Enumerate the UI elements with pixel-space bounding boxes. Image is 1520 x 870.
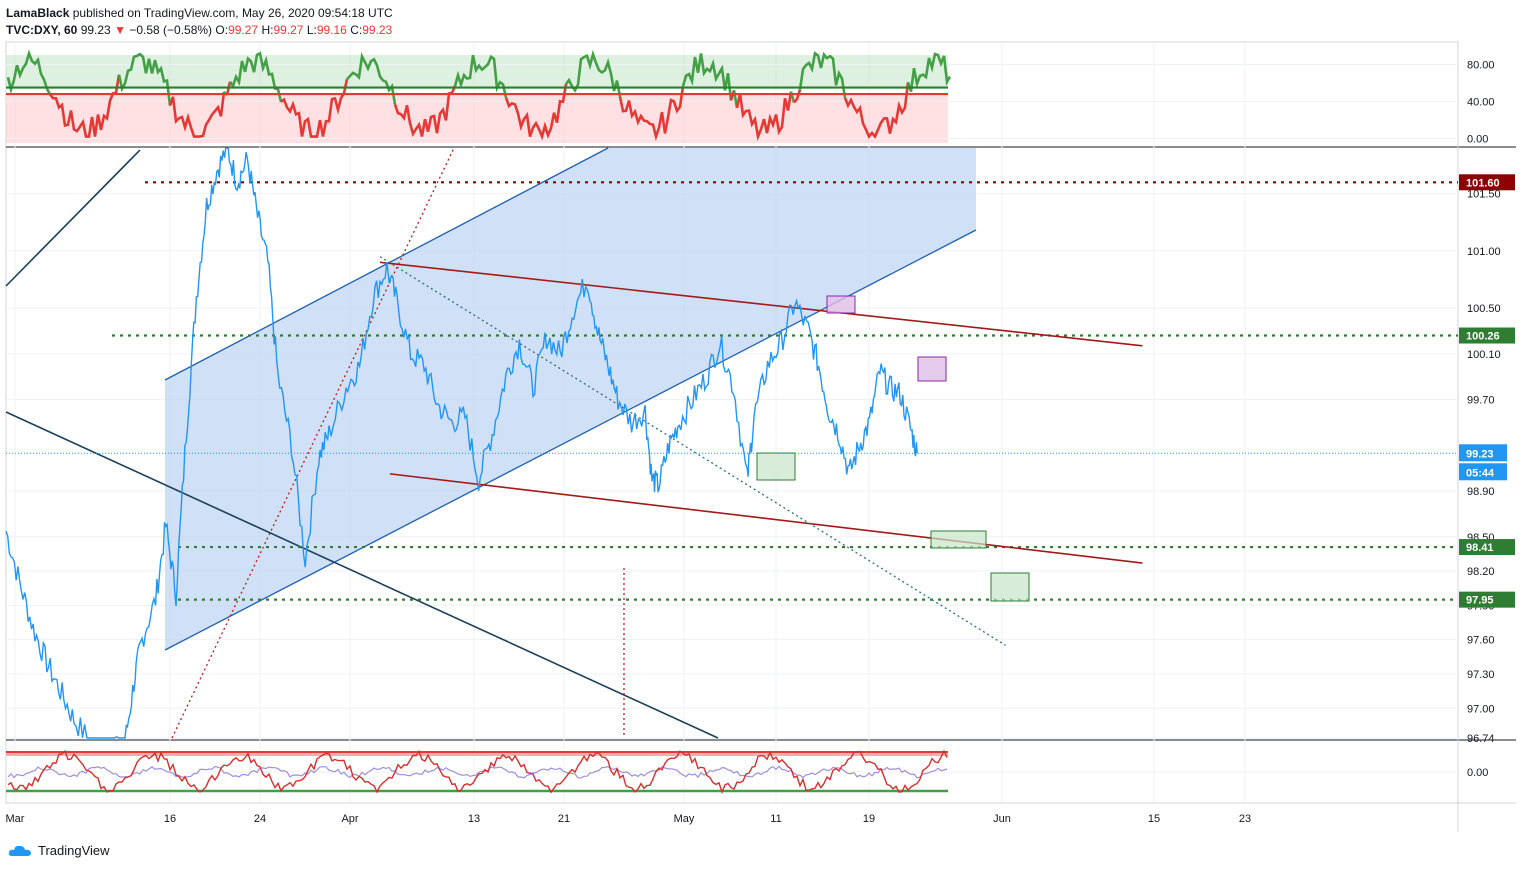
current-price-label: 99.23 xyxy=(1466,448,1494,460)
osc2-tick-label: 0.00 xyxy=(1467,767,1488,779)
channel-fill xyxy=(165,148,976,650)
resistance-box xyxy=(917,356,947,382)
price-tick-label: 96.74 xyxy=(1467,733,1495,745)
time-tick-label: 15 xyxy=(1148,813,1160,825)
cloud-logo-icon xyxy=(8,845,32,856)
osc-tick-label: 80.00 xyxy=(1467,59,1495,71)
time-tick-label: May xyxy=(674,813,695,825)
price-tick-label: 98.90 xyxy=(1467,486,1495,498)
price-tick-label: 100.50 xyxy=(1467,303,1501,315)
time-tick-label: Apr xyxy=(341,813,358,825)
resistance-box xyxy=(826,295,856,314)
price-tick-label: 100.10 xyxy=(1467,349,1501,361)
level-tag-label: 98.41 xyxy=(1466,542,1494,554)
time-tick-label: 19 xyxy=(863,813,875,825)
price-tick-label: 97.60 xyxy=(1467,635,1495,647)
price-tick-label: 98.20 xyxy=(1467,566,1495,578)
time-tick-label: 23 xyxy=(1239,813,1251,825)
countdown-label: 05:44 xyxy=(1466,467,1495,479)
price-tick-label: 97.00 xyxy=(1467,703,1495,715)
price-tick-label: 99.70 xyxy=(1467,395,1495,407)
chart-canvas[interactable]: Mar 16 24 Apr 13 21 May 11 19 Jun 15 23 101.50 101.00… xyxy=(0,0,1520,870)
navy-trendline-top xyxy=(5,149,141,287)
level-tag-label: 101.60 xyxy=(1466,177,1500,189)
support-box xyxy=(930,530,987,549)
time-tick-label: 16 xyxy=(164,813,176,825)
osc-tick-label: 40.00 xyxy=(1467,96,1495,108)
price-tick-label: 101.50 xyxy=(1467,189,1501,201)
support-box xyxy=(756,452,796,481)
time-tick-label: 13 xyxy=(468,813,480,825)
lower-support xyxy=(389,473,1143,564)
osc-tick-label: 0.00 xyxy=(1467,133,1488,145)
time-tick-label: Jun xyxy=(993,813,1011,825)
level-tag-label: 100.26 xyxy=(1466,331,1500,343)
support-box xyxy=(990,572,1030,602)
time-tick-label: 24 xyxy=(254,813,266,825)
price-tick-label: 101.00 xyxy=(1467,246,1501,258)
time-tick-label: Mar xyxy=(6,813,25,825)
time-tick-label: 21 xyxy=(558,813,570,825)
tradingview-footer[interactable]: TradingView xyxy=(8,843,110,858)
price-tick-label: 97.30 xyxy=(1467,669,1495,681)
level-tag-label: 97.95 xyxy=(1466,595,1494,607)
time-tick-label: 11 xyxy=(770,813,781,825)
tradingview-brand: TradingView xyxy=(38,843,110,858)
